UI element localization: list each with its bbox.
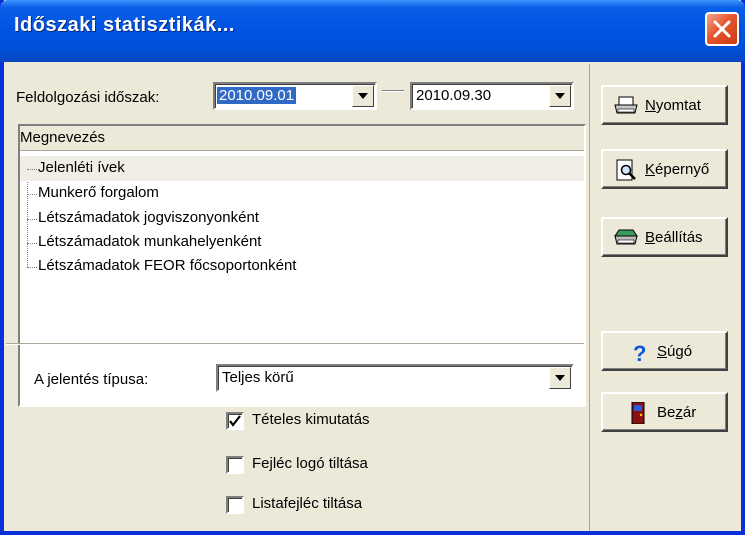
tree-connector — [27, 243, 37, 244]
screen-preview-button[interactable]: Képernyő — [601, 149, 728, 189]
close-label-pre: Be — [657, 404, 676, 421]
period-label: Feldolgozási időszak: — [16, 89, 160, 106]
print-mnemonic: N — [645, 97, 656, 114]
list-item-label: Létszámadatok munkahelyenként — [38, 233, 262, 250]
print-label-rest: yomtat — [655, 97, 701, 114]
printer-icon — [614, 96, 638, 114]
settings-button-label: Beállítás — [645, 229, 703, 246]
print-button[interactable]: Nyomtat — [601, 85, 728, 125]
main-panel: Feldolgozási időszak: 2010.09.01 2010.09… — [6, 64, 586, 531]
settings-button[interactable]: Beállítás — [601, 217, 728, 257]
disable-header-logo-checkbox[interactable] — [226, 456, 244, 474]
list-item[interactable]: Jelenléti ívek — [20, 156, 584, 181]
report-type-select[interactable]: Teljes körű — [216, 364, 574, 392]
print-button-label: Nyomtat — [645, 97, 701, 114]
dropdown-arrow-button[interactable] — [549, 85, 571, 107]
close-window-button[interactable] — [705, 12, 739, 46]
close-icon — [713, 20, 731, 38]
list-item-label: Létszámadatok jogviszonyonként — [38, 209, 259, 226]
question-mark-icon: ? — [633, 341, 646, 363]
screen-button-label: Képernyő — [645, 161, 709, 178]
svg-text:?: ? — [633, 341, 646, 363]
list-item[interactable]: Létszámadatok munkahelyenként — [20, 230, 584, 255]
dropdown-arrow-button[interactable] — [352, 85, 374, 107]
tree-connector — [27, 267, 37, 268]
period-range-separator — [382, 90, 404, 92]
list-item[interactable]: Létszámadatok jogviszonyonként — [20, 206, 584, 231]
period-to-select[interactable]: 2010.09.30 — [410, 82, 574, 110]
list-item[interactable]: Munkerő forgalom — [20, 181, 584, 206]
list-item-label: Munkerő forgalom — [38, 184, 159, 201]
close-button[interactable]: Bezár — [601, 392, 728, 432]
disable-list-header-checkbox[interactable] — [226, 496, 244, 514]
tree-connector — [27, 219, 37, 220]
dialog-window: Időszaki statisztikák... Feldolgozási id… — [0, 0, 745, 535]
close-button-label: Bezár — [657, 404, 696, 421]
title-bar[interactable]: Időszaki statisztikák... — [0, 0, 745, 62]
tree-connector — [27, 169, 37, 170]
button-panel: Nyomtat Képernyő Beállítás ? Súgó Bezár — [589, 64, 742, 531]
itemized-report-label[interactable]: Tételes kimutatás — [252, 411, 370, 428]
screen-label-rest: épernyő — [655, 161, 710, 178]
list-item[interactable]: Létszámadatok FEOR főcsoportonként — [20, 254, 584, 279]
report-type-value: Teljes körű — [222, 369, 294, 386]
dropdown-arrow-button[interactable] — [549, 367, 571, 389]
disable-list-header-label[interactable]: Listafejléc tiltása — [252, 495, 362, 512]
period-from-value: 2010.09.01 — [217, 87, 297, 104]
tree-connector — [27, 194, 37, 195]
help-mnemonic: S — [657, 343, 668, 360]
window-title: Időszaki statisztikák... — [14, 14, 235, 36]
settings-label-rest: eállítás — [655, 229, 703, 246]
disable-header-logo-label[interactable]: Fejléc logó tiltása — [252, 455, 368, 472]
printer-settings-icon — [614, 229, 638, 245]
list-column-header[interactable]: Megnevezés — [20, 126, 584, 151]
list-item-label: Létszámadatok FEOR főcsoportonként — [38, 257, 297, 274]
help-button[interactable]: ? Súgó — [601, 331, 728, 371]
close-mnemonic: z — [675, 404, 683, 421]
print-preview-icon — [616, 159, 636, 181]
period-to-value: 2010.09.30 — [416, 87, 492, 104]
close-label-rest: ár — [682, 404, 697, 421]
door-exit-icon — [631, 402, 645, 424]
divider — [6, 343, 584, 345]
chevron-down-icon — [555, 375, 565, 381]
screen-mnemonic: K — [645, 161, 656, 178]
help-label-rest: úgó — [667, 343, 693, 360]
column-header-label: Megnevezés — [20, 129, 106, 146]
checkmark-icon — [229, 415, 241, 427]
chevron-down-icon — [358, 93, 368, 99]
list-item-label: Jelenléti ívek — [38, 159, 125, 176]
itemized-report-checkbox[interactable] — [226, 412, 244, 430]
report-type-label: A jelentés típusa: — [34, 371, 149, 388]
chevron-down-icon — [555, 93, 565, 99]
help-button-label: Súgó — [657, 343, 692, 360]
settings-mnemonic: B — [645, 229, 656, 246]
period-from-select[interactable]: 2010.09.01 — [213, 82, 377, 110]
